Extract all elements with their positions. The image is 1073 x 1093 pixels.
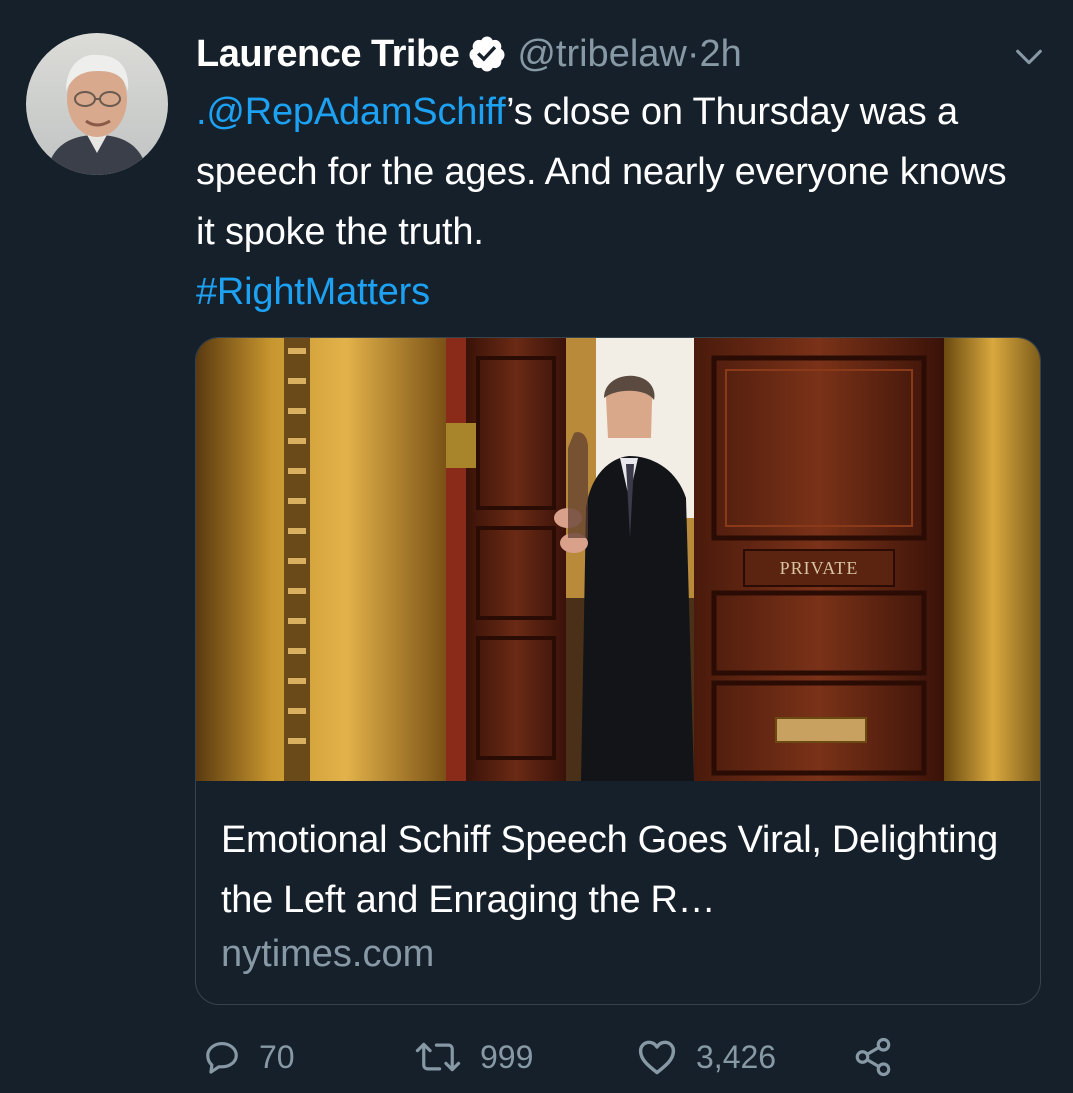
card-title[interactable]: Emotional Schiff Speech Goes Viral, Deli… <box>221 810 1021 930</box>
reply-icon <box>203 1038 241 1076</box>
tweet-text: .@RepAdamSchiff’s close on Thursday was … <box>196 82 1026 322</box>
card-image[interactable]: PRIVATE <box>196 338 1040 781</box>
action-bar: 70 999 3,426 <box>0 1030 1073 1090</box>
link-card[interactable]: PRIVATE Emotional Schiff Speech Goes Vir… <box>195 337 1041 1005</box>
card-image-sign: PRIVATE <box>780 558 859 578</box>
mention-link[interactable]: .@RepAdamSchiff <box>196 91 506 133</box>
tweet-header: Laurence Tribe @tribelaw · 2h <box>196 26 742 82</box>
avatar[interactable] <box>26 33 168 175</box>
retweet-icon <box>412 1038 464 1076</box>
tweet-time[interactable]: 2h <box>700 33 742 76</box>
retweet-count: 999 <box>480 1038 534 1075</box>
author-handle[interactable]: @tribelaw <box>517 33 687 76</box>
share-icon <box>852 1036 894 1078</box>
heart-icon <box>636 1038 678 1076</box>
like-button[interactable]: 3,426 <box>636 1038 776 1076</box>
reply-count: 70 <box>259 1038 295 1075</box>
reply-button[interactable]: 70 <box>203 1038 295 1076</box>
author-name[interactable]: Laurence Tribe <box>196 33 460 76</box>
retweet-button[interactable]: 999 <box>412 1038 533 1076</box>
separator-dot: · <box>686 32 700 75</box>
like-count: 3,426 <box>696 1038 777 1075</box>
verified-badge-icon <box>467 34 507 74</box>
share-button[interactable] <box>852 1036 894 1078</box>
chevron-down-icon[interactable] <box>1012 40 1046 74</box>
card-domain: nytimes.com <box>221 933 435 975</box>
hashtag-link[interactable]: #RightMatters <box>196 271 430 313</box>
